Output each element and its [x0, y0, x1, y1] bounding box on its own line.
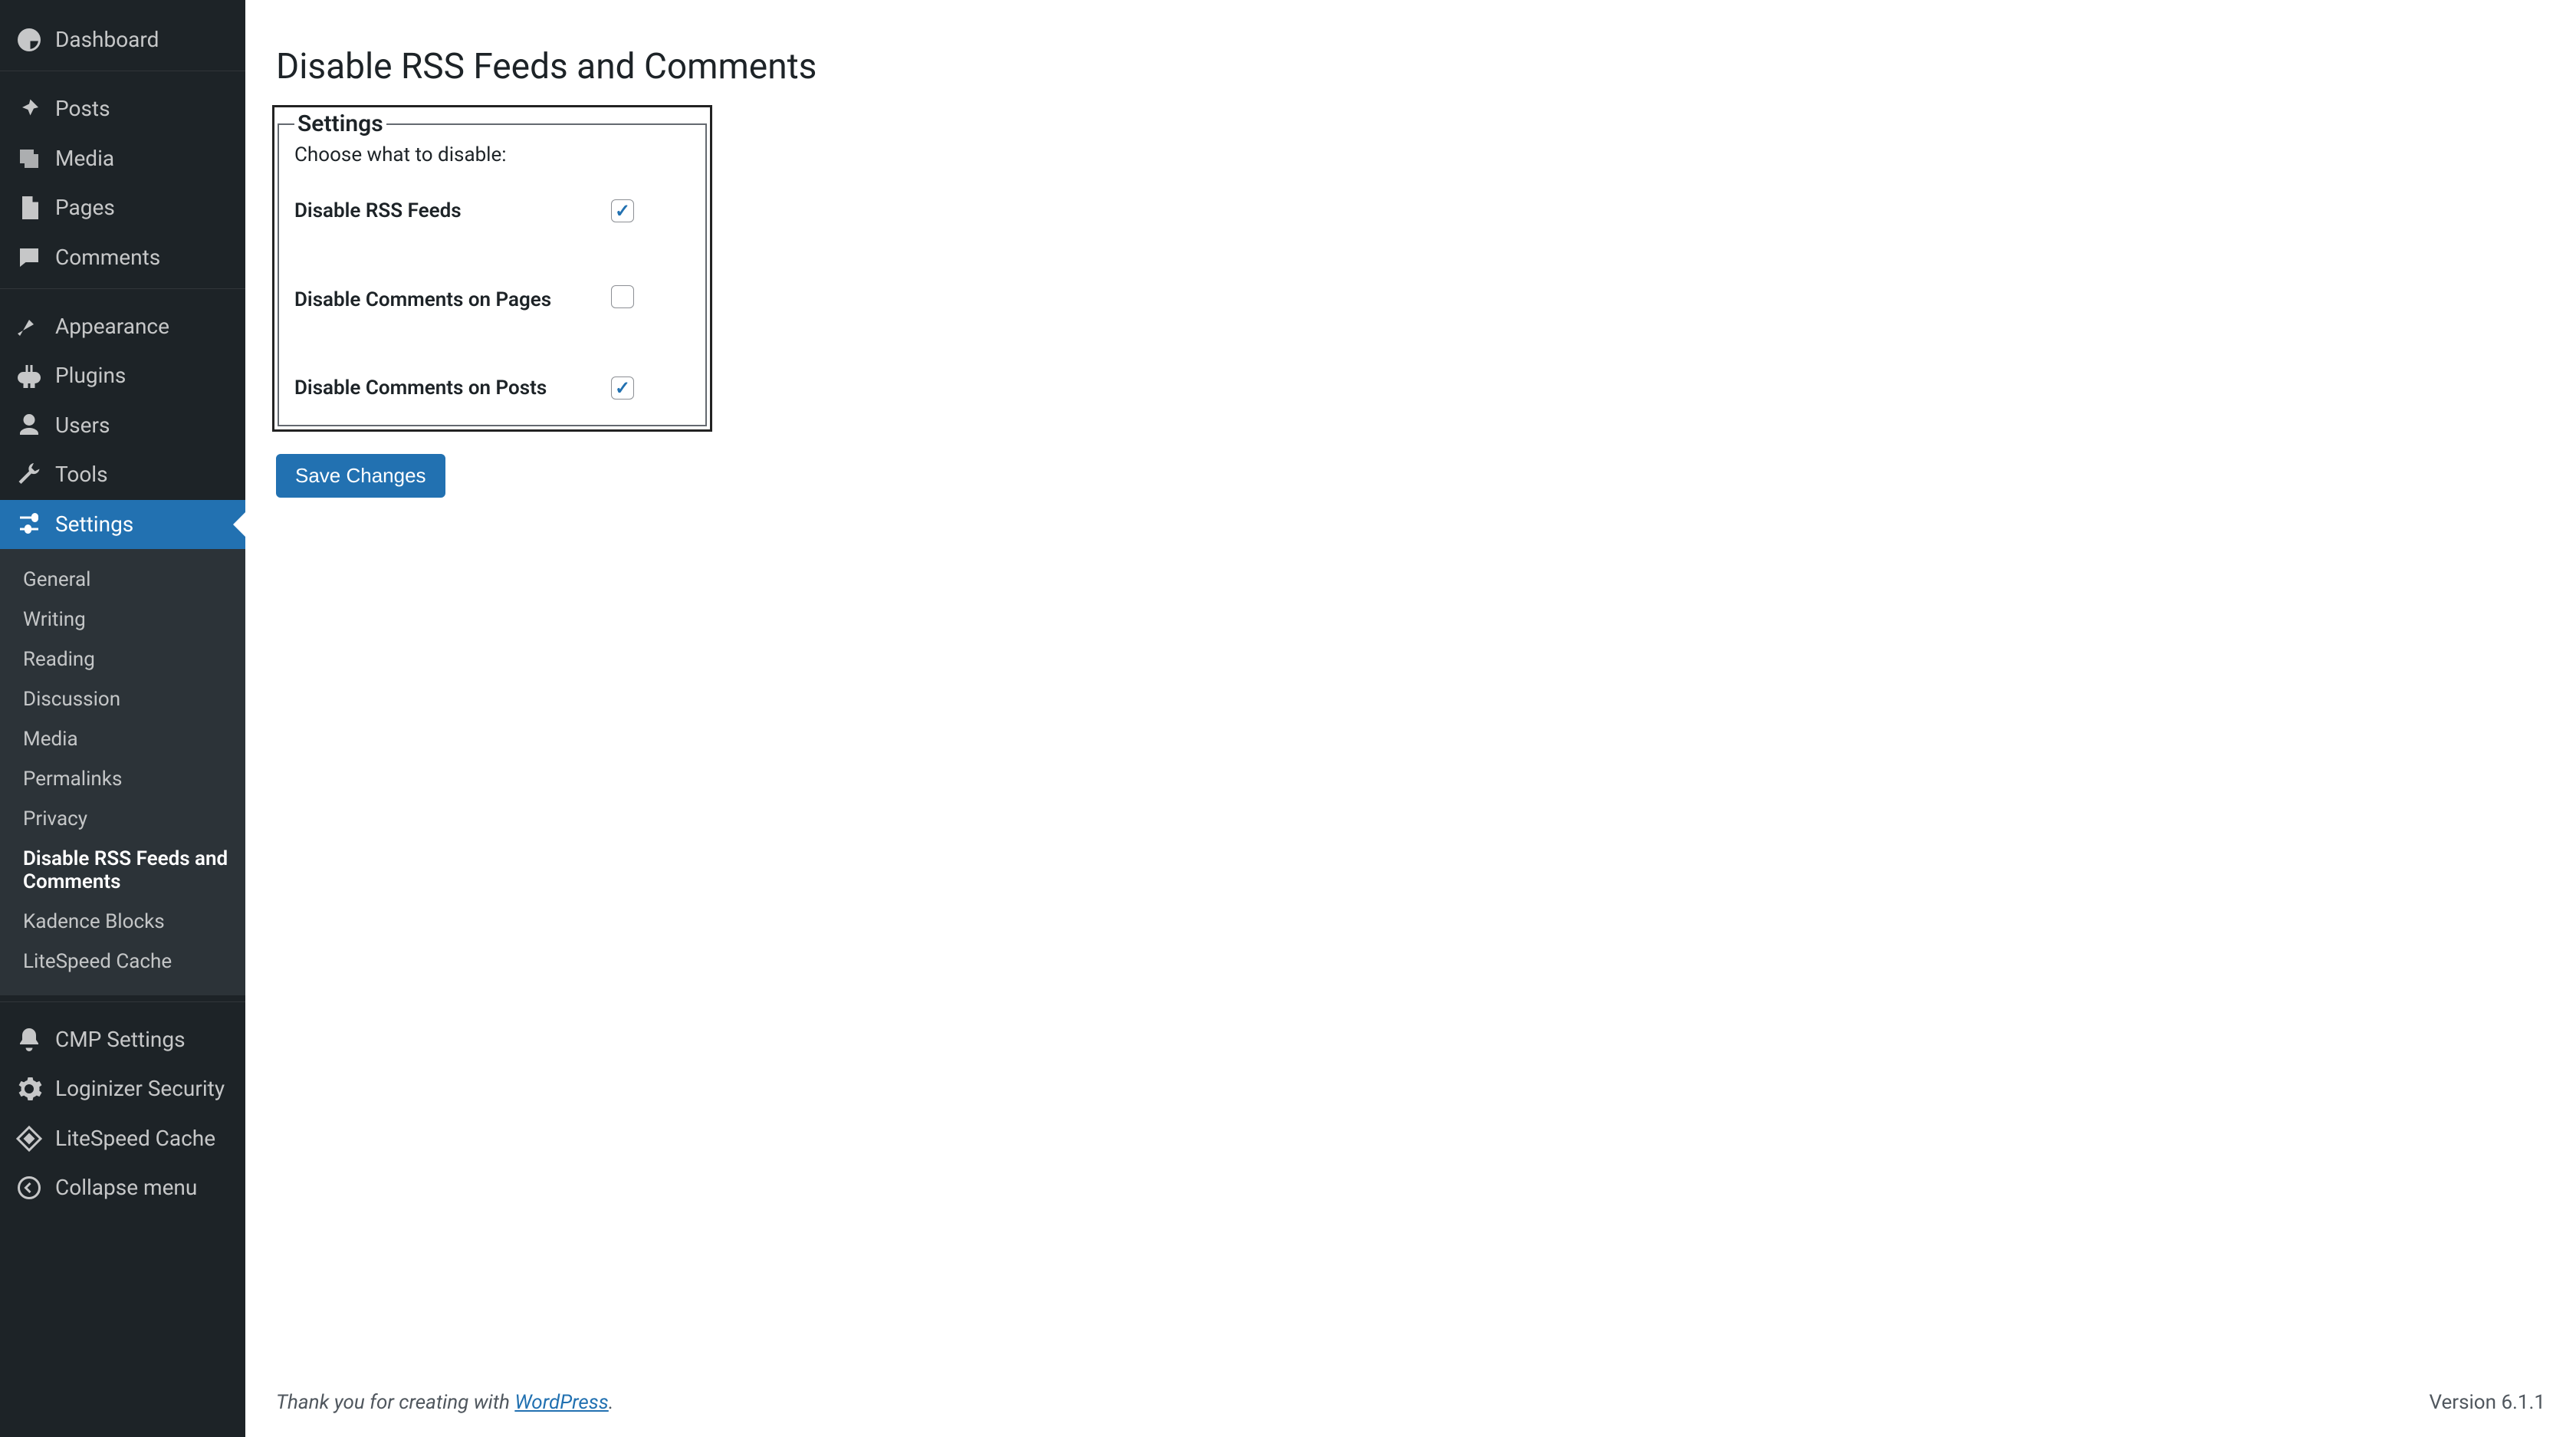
collapse-menu-label: Collapse menu: [55, 1174, 197, 1202]
checkbox-disable-comments-posts[interactable]: [611, 377, 634, 400]
gear-icon: [15, 1075, 43, 1103]
option-row-disable-comments-pages: Disable Comments on Pages: [294, 283, 690, 316]
sidebar-item-dashboard[interactable]: Dashboard: [0, 15, 245, 64]
sidebar-item-label: Comments: [55, 244, 160, 271]
litespeed-icon: [15, 1125, 43, 1153]
sidebar-item-label: Users: [55, 412, 110, 439]
settings-submenu: General Writing Reading Discussion Media…: [0, 549, 245, 995]
submenu-item-discussion[interactable]: Discussion: [0, 679, 245, 719]
submenu-item-permalinks[interactable]: Permalinks: [0, 759, 245, 799]
comments-icon: [15, 244, 43, 271]
sidebar-item-label: Posts: [55, 95, 110, 123]
sidebar-item-label: Dashboard: [55, 26, 159, 54]
option-label: Disable Comments on Posts: [294, 377, 547, 400]
sidebar-item-posts[interactable]: Posts: [0, 84, 245, 133]
submenu-item-kadence[interactable]: Kadence Blocks: [0, 902, 245, 942]
sidebar-item-plugins[interactable]: Plugins: [0, 351, 245, 400]
sidebar-item-cmp[interactable]: CMP Settings: [0, 1015, 245, 1064]
option-label: Disable RSS Feeds: [294, 199, 462, 222]
submenu-item-writing[interactable]: Writing: [0, 600, 245, 640]
submenu-item-privacy[interactable]: Privacy: [0, 799, 245, 839]
sidebar-item-settings[interactable]: Settings: [0, 500, 245, 549]
collapse-menu[interactable]: Collapse menu: [0, 1163, 245, 1212]
sidebar-item-label: CMP Settings: [55, 1026, 186, 1054]
submenu-item-reading[interactable]: Reading: [0, 640, 245, 679]
pin-icon: [15, 96, 43, 123]
dashboard-icon: [15, 26, 43, 54]
settings-hint: Choose what to disable:: [294, 143, 690, 166]
sidebar-item-users[interactable]: Users: [0, 401, 245, 450]
sidebar-item-label: Appearance: [55, 313, 169, 340]
bell-icon: [15, 1026, 43, 1054]
submenu-item-litespeed[interactable]: LiteSpeed Cache: [0, 942, 245, 982]
appearance-icon: [15, 313, 43, 340]
wordpress-link[interactable]: WordPress: [514, 1391, 608, 1414]
settings-fieldset: Settings Choose what to disable: Disable…: [278, 110, 707, 426]
submenu-item-general[interactable]: General: [0, 560, 245, 600]
checkbox-disable-rss[interactable]: [611, 199, 634, 222]
pages-icon: [15, 194, 43, 222]
option-row-disable-comments-posts: Disable Comments on Posts: [294, 374, 690, 402]
admin-footer: Thank you for creating with WordPress. V…: [245, 1376, 2576, 1437]
sidebar-item-media[interactable]: Media: [0, 134, 245, 183]
footer-thanks: Thank you for creating with WordPress.: [276, 1391, 613, 1414]
media-icon: [15, 145, 43, 173]
sidebar-item-label: Loginizer Security: [55, 1075, 225, 1103]
sidebar-item-label: Media: [55, 145, 114, 173]
save-button[interactable]: Save Changes: [276, 454, 445, 498]
sidebar-item-litespeed-cache[interactable]: LiteSpeed Cache: [0, 1114, 245, 1163]
page-title: Disable RSS Feeds and Comments: [276, 46, 2545, 87]
sidebar-item-comments[interactable]: Comments: [0, 233, 245, 282]
sidebar-item-label: Plugins: [55, 362, 126, 390]
submenu-item-media[interactable]: Media: [0, 719, 245, 759]
settings-icon: [15, 511, 43, 538]
sidebar-item-tools[interactable]: Tools: [0, 450, 245, 499]
sidebar-item-pages[interactable]: Pages: [0, 183, 245, 232]
tools-icon: [15, 461, 43, 488]
collapse-icon: [15, 1174, 43, 1202]
sidebar-item-appearance[interactable]: Appearance: [0, 302, 245, 351]
footer-version: Version 6.1.1: [2429, 1391, 2545, 1414]
submenu-item-disable-rss[interactable]: Disable RSS Feeds and Comments: [0, 839, 245, 902]
sidebar-item-loginizer[interactable]: Loginizer Security: [0, 1064, 245, 1113]
checkbox-disable-comments-pages[interactable]: [611, 285, 634, 308]
option-row-disable-rss: Disable RSS Feeds: [294, 197, 690, 225]
option-label: Disable Comments on Pages: [294, 288, 551, 311]
sidebar-item-label: Pages: [55, 194, 115, 222]
users-icon: [15, 412, 43, 439]
menu-separator: [0, 1001, 245, 1009]
content-area: Disable RSS Feeds and Comments Settings …: [245, 0, 2576, 1437]
admin-sidebar: Dashboard Posts Media Pages Comments App…: [0, 0, 245, 1437]
sidebar-item-label: Settings: [55, 511, 133, 538]
sidebar-item-label: Tools: [55, 461, 108, 488]
sidebar-item-label: LiteSpeed Cache: [55, 1125, 215, 1153]
menu-separator: [0, 288, 245, 296]
menu-separator: [0, 71, 245, 78]
plugin-icon: [15, 363, 43, 390]
settings-legend: Settings: [294, 110, 386, 137]
